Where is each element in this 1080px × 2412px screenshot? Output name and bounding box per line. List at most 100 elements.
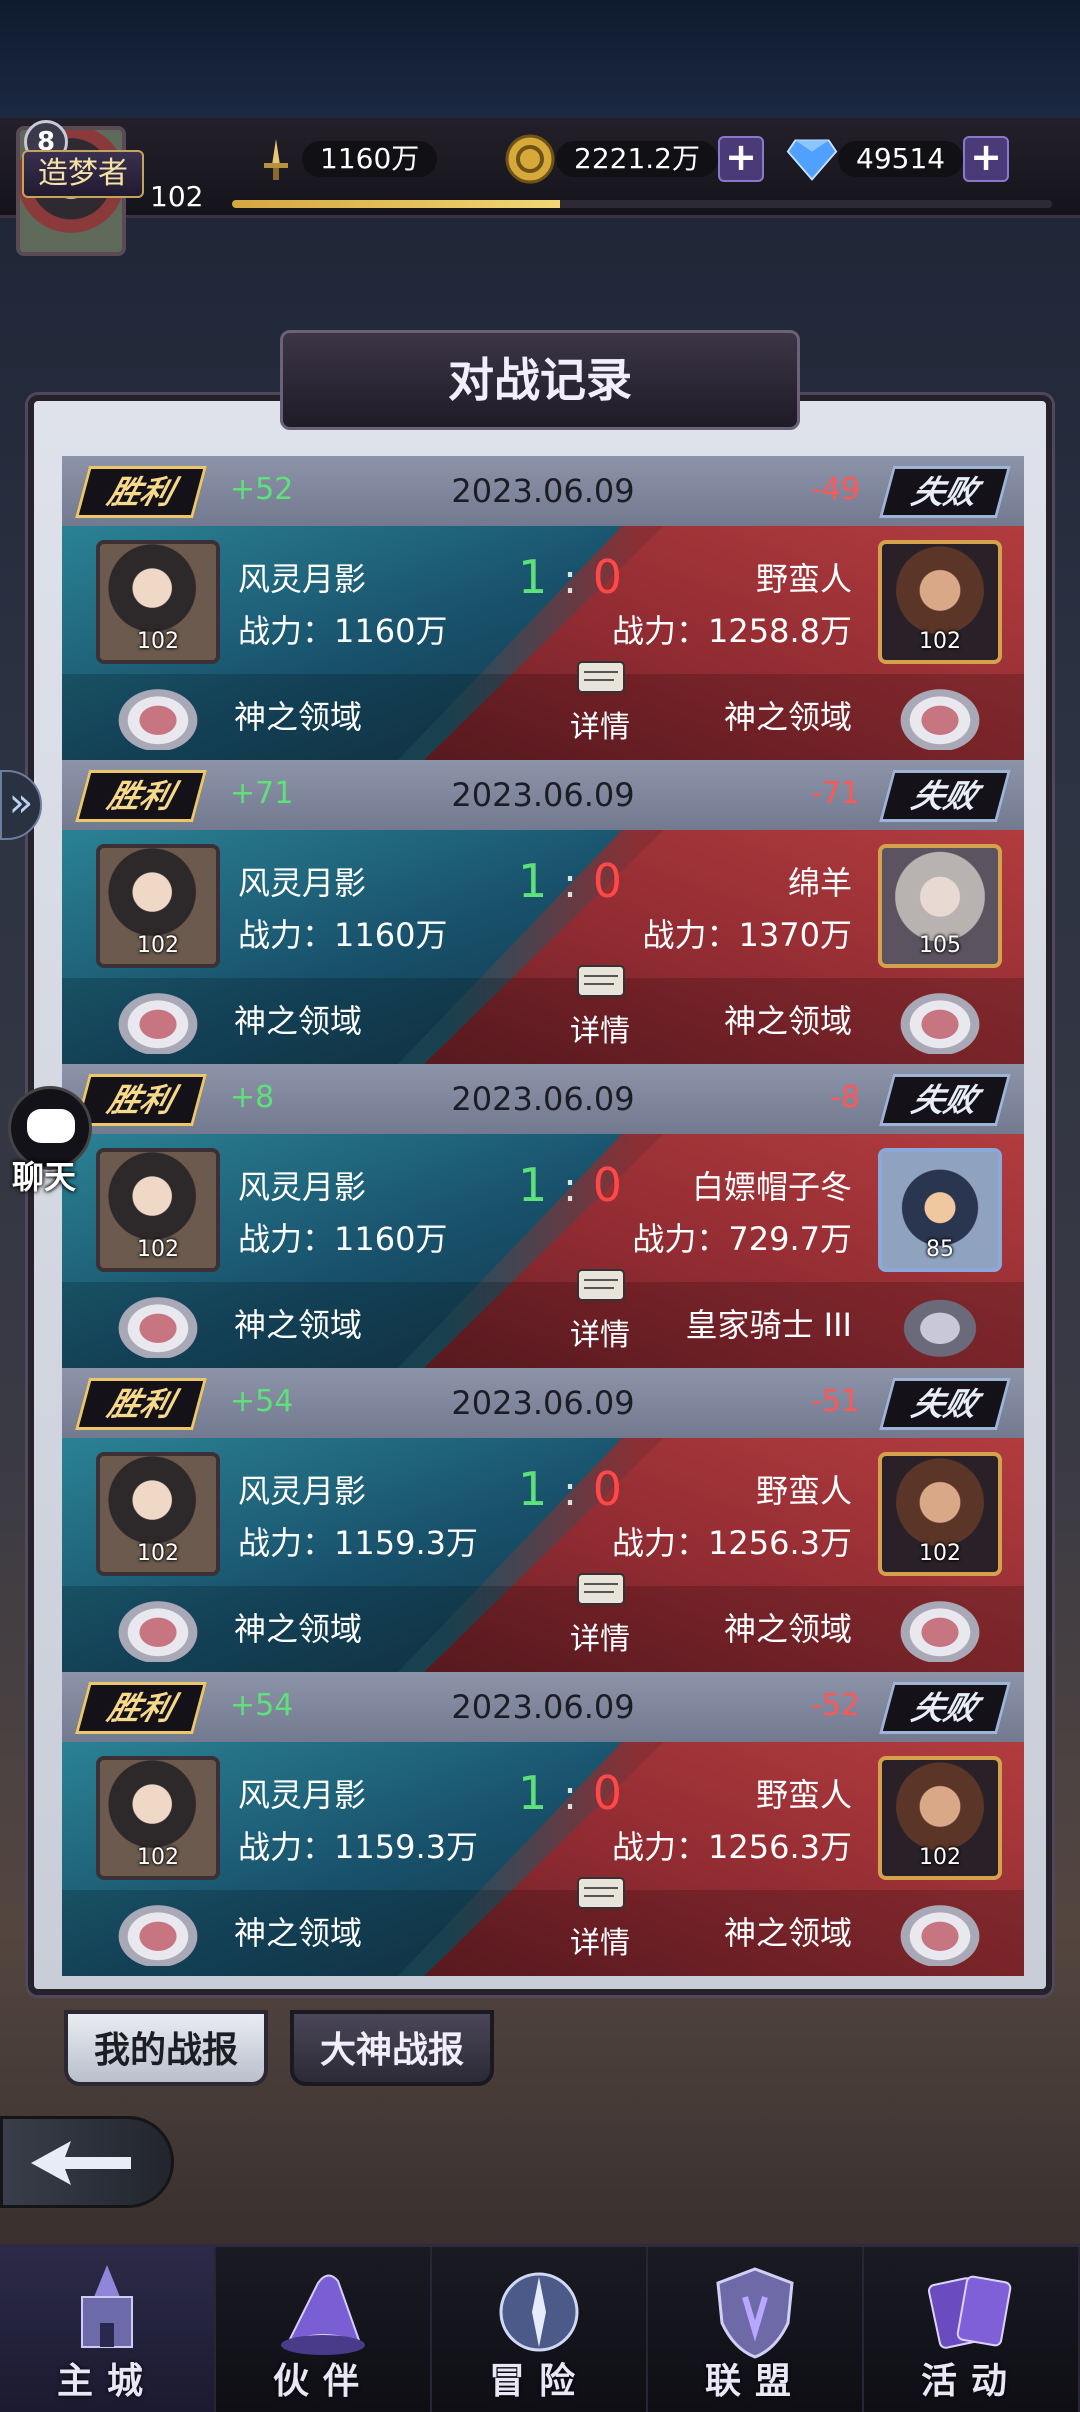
record-header: 胜利 +71 2023.06.09 -71 失败 bbox=[62, 760, 1024, 830]
tab-my-reports[interactable]: 我的战报 bbox=[64, 2010, 268, 2086]
tab-master-reports[interactable]: 大神战报 bbox=[290, 2010, 494, 2086]
power-resource: 1160万 bbox=[250, 138, 438, 180]
opponent-portrait[interactable]: 85 bbox=[878, 1148, 1002, 1272]
player-power: 战力：1159.3万 bbox=[238, 1524, 478, 1562]
gold-resource: 2221.2万 + bbox=[504, 134, 764, 184]
opponent-name: 野蛮人 bbox=[755, 1472, 852, 1510]
record-date: 2023.06.09 bbox=[451, 1384, 635, 1422]
scroll-icon[interactable] bbox=[570, 958, 632, 1006]
score-separator: : bbox=[563, 1469, 577, 1515]
score-right: 0 bbox=[592, 1462, 623, 1516]
score-separator: : bbox=[563, 1165, 577, 1211]
details-button[interactable]: 详情 bbox=[570, 1310, 630, 1354]
opponent-rank-emblem-icon bbox=[894, 684, 986, 750]
compass-icon bbox=[484, 2257, 594, 2367]
score-right: 0 bbox=[592, 854, 623, 908]
player-rank-emblem-icon bbox=[112, 1596, 204, 1662]
lose-points: -8 bbox=[830, 1080, 860, 1115]
nav-item-3[interactable]: 联盟 bbox=[648, 2247, 864, 2412]
wizard-hat-icon bbox=[268, 2257, 378, 2367]
battle-record-item[interactable]: 胜利 +71 2023.06.09 -71 失败 102 风灵月影 战力：116… bbox=[62, 760, 1024, 1064]
nav-label: 活动 bbox=[920, 2360, 1021, 2402]
player-domain: 神之领域 bbox=[234, 1002, 363, 1040]
rank-title-tag[interactable]: 造梦者 bbox=[22, 150, 144, 198]
opponent-power: 战力：1370万 bbox=[642, 916, 852, 954]
player-portrait[interactable]: 102 bbox=[96, 1148, 220, 1272]
score-left: 1 bbox=[518, 854, 548, 908]
player-rank-emblem-icon bbox=[112, 684, 204, 750]
back-arrow-icon bbox=[31, 2141, 131, 2185]
scroll-icon[interactable] bbox=[570, 1262, 632, 1310]
opponent-power: 战力：1256.3万 bbox=[612, 1828, 852, 1866]
lose-badge: 失败 bbox=[879, 770, 1011, 822]
details-button[interactable]: 详情 bbox=[570, 1614, 630, 1658]
nav-item-4[interactable]: 活动 bbox=[864, 2247, 1080, 2412]
battle-record-list[interactable]: 胜利 +52 2023.06.09 -49 失败 102 风灵月影 战力：116… bbox=[62, 456, 1024, 1976]
player-portrait-level: 102 bbox=[137, 933, 179, 958]
opponent-portrait[interactable]: 102 bbox=[878, 1756, 1002, 1880]
match-score: 1:0 bbox=[518, 1766, 622, 1820]
opponent-name: 野蛮人 bbox=[755, 1776, 852, 1814]
nav-item-0[interactable]: 主城 bbox=[0, 2247, 216, 2412]
details-button[interactable]: 详情 bbox=[570, 1918, 630, 1962]
lose-badge: 失败 bbox=[879, 1682, 1011, 1734]
add-gold-button[interactable]: + bbox=[717, 136, 764, 182]
details-button[interactable]: 详情 bbox=[570, 702, 630, 746]
opponent-domain: 神之领域 bbox=[723, 1914, 852, 1952]
opponent-portrait[interactable]: 102 bbox=[878, 540, 1002, 664]
battle-record-item[interactable]: 胜利 +54 2023.06.09 -51 失败 102 风灵月影 战力：115… bbox=[62, 1368, 1024, 1672]
battle-record-item[interactable]: 胜利 +54 2023.06.09 -52 失败 102 风灵月影 战力：115… bbox=[62, 1672, 1024, 1976]
player-portrait[interactable]: 102 bbox=[96, 844, 220, 968]
lose-points: -49 bbox=[811, 472, 860, 507]
player-name: 风灵月影 bbox=[238, 864, 367, 902]
player-profile[interactable]: 8 102 bbox=[10, 120, 203, 280]
back-button[interactable] bbox=[0, 2116, 174, 2208]
player-power: 战力：1160万 bbox=[238, 916, 448, 954]
battle-record-item[interactable]: 胜利 +52 2023.06.09 -49 失败 102 风灵月影 战力：116… bbox=[62, 456, 1024, 760]
opponent-rank-emblem-icon bbox=[894, 1900, 986, 1966]
player-portrait[interactable]: 102 bbox=[96, 1452, 220, 1576]
scroll-icon[interactable] bbox=[570, 1566, 632, 1614]
match-score: 1:0 bbox=[518, 1158, 622, 1212]
player-rank-emblem-icon bbox=[112, 1292, 204, 1358]
player-portrait[interactable]: 102 bbox=[96, 1756, 220, 1880]
details-button[interactable]: 详情 bbox=[570, 1006, 630, 1050]
experience-fill bbox=[232, 200, 560, 208]
record-date: 2023.06.09 bbox=[451, 472, 635, 510]
opponent-portrait[interactable]: 105 bbox=[878, 844, 1002, 968]
lose-points: -51 bbox=[811, 1384, 860, 1419]
opponent-portrait-level: 102 bbox=[919, 1541, 961, 1566]
castle-icon bbox=[52, 2257, 162, 2367]
gem-value: 49514 bbox=[838, 141, 964, 177]
sky-background bbox=[0, 0, 1080, 130]
nav-item-2[interactable]: 冒险 bbox=[432, 2247, 648, 2412]
match-score: 1:0 bbox=[518, 1462, 622, 1516]
experience-bar bbox=[232, 200, 1052, 208]
add-gems-button[interactable]: + bbox=[963, 136, 1010, 182]
record-header: 胜利 +8 2023.06.09 -8 失败 bbox=[62, 1064, 1024, 1134]
opponent-portrait[interactable]: 102 bbox=[878, 1452, 1002, 1576]
opponent-name: 白嫖帽子冬 bbox=[691, 1168, 852, 1206]
scroll-icon[interactable] bbox=[570, 654, 632, 702]
player-name: 风灵月影 bbox=[238, 1472, 367, 1510]
player-name: 风灵月影 bbox=[238, 1168, 367, 1206]
battle-record-item[interactable]: 胜利 +8 2023.06.09 -8 失败 102 风灵月影 战力：1160万… bbox=[62, 1064, 1024, 1368]
player-portrait-level: 102 bbox=[137, 1845, 179, 1870]
scroll-icon[interactable] bbox=[570, 1870, 632, 1918]
opponent-power: 战力：1256.3万 bbox=[612, 1524, 852, 1562]
score-left: 1 bbox=[518, 1462, 548, 1516]
match-score: 1:0 bbox=[518, 550, 622, 604]
player-portrait[interactable]: 102 bbox=[96, 540, 220, 664]
player-portrait-level: 102 bbox=[137, 1541, 179, 1566]
nav-label: 主城 bbox=[56, 2360, 157, 2402]
domain-strip bbox=[62, 1890, 1024, 1976]
opponent-power: 战力：1258.8万 bbox=[612, 612, 852, 650]
player-name: 风灵月影 bbox=[238, 1776, 367, 1814]
opponent-name: 绵羊 bbox=[787, 864, 852, 902]
opponent-name: 野蛮人 bbox=[755, 560, 852, 598]
opponent-portrait-level: 102 bbox=[919, 629, 961, 654]
record-header: 胜利 +54 2023.06.09 -52 失败 bbox=[62, 1672, 1024, 1742]
record-body: 102 风灵月影 战力：1160万 1:0 绵羊 战力：1370万 105 神之… bbox=[62, 830, 1024, 1064]
gold-value: 2221.2万 bbox=[556, 141, 718, 177]
nav-item-1[interactable]: 伙伴 bbox=[216, 2247, 432, 2412]
